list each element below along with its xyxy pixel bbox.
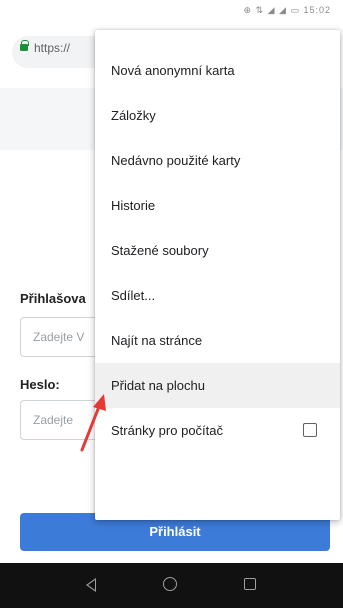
screen: ⊕ ⇅ ◢ ◢ ▭ 15:02 https:// Přihlašova Zade…: [0, 0, 343, 608]
menu-item-bookmarks[interactable]: Záložky: [95, 93, 340, 138]
desktop-site-checkbox[interactable]: [303, 423, 317, 437]
login-label: Přihlašova: [20, 291, 86, 306]
menu-item-recent-tabs[interactable]: Nedávno použité karty: [95, 138, 340, 183]
overflow-menu: Nová anonymní karta Záložky Nedávno použ…: [95, 30, 340, 520]
menu-item-label: Stažené soubory: [111, 243, 209, 258]
home-icon[interactable]: [163, 577, 177, 591]
back-icon[interactable]: [86, 578, 96, 592]
menu-item-label: Najít na stránce: [111, 333, 203, 348]
status-bar: ⊕ ⇅ ◢ ◢ ▭ 15:02: [0, 0, 343, 24]
menu-item-add-to-home-screen[interactable]: Přidat na plochu: [95, 363, 340, 408]
menu-item-label: Přidat na plochu: [111, 378, 205, 393]
menu-item-label: Historie: [111, 198, 156, 213]
password-label: Heslo:: [20, 377, 60, 392]
menu-item-downloads[interactable]: Stažené soubory: [95, 228, 340, 273]
login-placeholder: Zadejte V: [33, 330, 85, 344]
menu-item-label: Sdílet...: [111, 288, 156, 303]
recent-apps-icon[interactable]: [244, 578, 256, 590]
url-text[interactable]: https://: [34, 41, 70, 55]
menu-item-history[interactable]: Historie: [95, 183, 340, 228]
menu-item-desktop-site[interactable]: Stránky pro počítač: [95, 408, 340, 453]
navigation-bar: [0, 563, 343, 608]
menu-item-share[interactable]: Sdílet...: [95, 273, 340, 318]
password-placeholder: Zadejte: [33, 413, 74, 427]
menu-item-label: Nedávno použité karty: [111, 153, 241, 168]
status-icons: ⊕ ⇅ ◢ ◢ ▭ 15:02: [243, 5, 331, 15]
menu-item-label: Nová anonymní karta: [111, 63, 235, 78]
menu-item-new-incognito-tab[interactable]: Nová anonymní karta: [95, 48, 340, 93]
menu-item-find-in-page[interactable]: Najít na stránce: [95, 318, 340, 363]
menu-item-label: Stránky pro počítač: [111, 423, 223, 438]
menu-item-label: Záložky: [111, 108, 156, 123]
lock-icon: [20, 40, 29, 51]
